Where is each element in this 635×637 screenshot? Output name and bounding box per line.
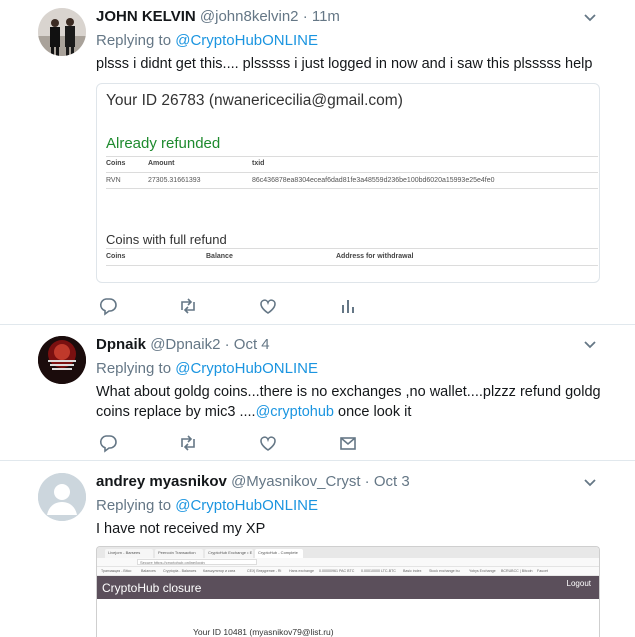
- attached-screenshot-card[interactable]: Livejorn - Barsees Peercoin Transaction …: [96, 546, 600, 637]
- cell-amount: 27305.31661393: [148, 177, 201, 184]
- tweet-text: plsss i didnt get this.... plsssss i jus…: [96, 56, 593, 72]
- tweet-header: JOHN KELVIN @john8kelvin2 · 11m: [96, 8, 340, 25]
- user-id-line: Your ID 26783 (nwanericecilia@gmail.com): [106, 92, 403, 109]
- mention-link[interactable]: @cryptohub: [256, 404, 334, 420]
- bookmark: CEX| Внедрение - Ri: [247, 569, 282, 573]
- message-icon[interactable]: [338, 433, 358, 453]
- bookmark: Balances: [141, 569, 156, 573]
- retweet-icon[interactable]: [178, 296, 198, 316]
- address-bar-row: Secure https://cryptohub.online/login: [97, 558, 599, 567]
- user-id-line: Your ID 10481 (myasnikov79@list.ru): [193, 627, 334, 637]
- divider: [106, 188, 598, 189]
- bookmark: 0.00000961 PAC BTC: [319, 569, 355, 573]
- browser-tab: Livejorn - Barsees: [105, 549, 153, 558]
- chevron-down-icon[interactable]: [582, 10, 598, 26]
- like-icon[interactable]: [258, 296, 278, 316]
- retweet-icon[interactable]: [178, 433, 198, 453]
- col-coins: Coins: [106, 253, 126, 260]
- replying-prefix: Replying to: [96, 32, 176, 49]
- browser-tab: CryptoHub Exchange • E: [205, 549, 253, 558]
- handle-and-time[interactable]: @Myasnikov_Cryst · Oct 3: [231, 473, 410, 490]
- col-amount: Amount: [148, 160, 175, 167]
- bookmark: Basic index: [403, 569, 422, 573]
- replying-to-link[interactable]: @CryptoHubONLINE: [175, 497, 318, 514]
- tweet-header: andrey myasnikov @Myasnikov_Cryst · Oct …: [96, 473, 410, 490]
- divider: [106, 248, 598, 249]
- tweet-header: Dpnaik @Dpnaik2 · Oct 4: [96, 336, 270, 353]
- col-txid: txid: [252, 160, 265, 167]
- like-icon[interactable]: [258, 433, 278, 453]
- text-part: coins replace by mic3 ....: [96, 404, 256, 420]
- site-header: CryptoHub closure Logout: [97, 576, 599, 599]
- reply-icon[interactable]: [98, 296, 118, 316]
- bookmark: 0.00010000 LTC-BTC: [361, 569, 396, 573]
- divider: [106, 156, 598, 157]
- chevron-down-icon[interactable]: [582, 475, 598, 491]
- avatar[interactable]: [38, 336, 86, 384]
- browser-tabs: Livejorn - Barsees Peercoin Transaction …: [97, 547, 599, 558]
- avatar-photo: [38, 8, 86, 56]
- handle-and-time[interactable]: @john8kelvin2 · 11m: [200, 8, 340, 25]
- replying-prefix: Replying to: [96, 360, 176, 377]
- divider: [106, 172, 598, 173]
- col-address: Address for withdrawal: [336, 253, 414, 260]
- browser-tab: CryptoHub - Complete: [255, 549, 303, 558]
- bookmark: Yobys Exchange: [469, 569, 496, 573]
- replying-to-link[interactable]: @CryptoHubONLINE: [175, 360, 318, 377]
- col-balance: Balance: [206, 253, 233, 260]
- reply-icon[interactable]: [98, 433, 118, 453]
- bookmark: Калькулятор и ката: [203, 569, 236, 573]
- tweet-actions: [98, 296, 368, 316]
- avatar[interactable]: [38, 8, 86, 56]
- avatar-photo: [38, 336, 86, 384]
- default-avatar-icon: [38, 473, 86, 521]
- cell-txid: 86c436878ea8304eceaf6dad81fe3a48559d236b…: [252, 177, 495, 184]
- chevron-down-icon[interactable]: [582, 337, 598, 353]
- display-name[interactable]: JOHN KELVIN: [96, 8, 196, 25]
- browser-tab: Peercoin Transaction: [155, 549, 203, 558]
- tweet-text-line: What about goldg coins...there is no exc…: [96, 384, 601, 400]
- bookmark: Cryptopia - Balances: [163, 569, 197, 573]
- address-bar: Secure https://cryptohub.online/login: [137, 559, 257, 565]
- tweet-text: What about goldg coins...there is no exc…: [96, 382, 616, 422]
- bookmark: Hans exchange: [289, 569, 314, 573]
- handle-and-time[interactable]: @Dpnaik2 · Oct 4: [150, 336, 269, 353]
- tweet-actions: [98, 433, 368, 453]
- replying-to: Replying to @CryptoHubONLINE: [96, 360, 318, 377]
- refund-status: Already refunded: [106, 135, 221, 152]
- replying-prefix: Replying to: [96, 497, 176, 514]
- bookmark: Транзакция - Bitco: [101, 569, 132, 573]
- cell-coin: RVN: [106, 177, 121, 184]
- bookmark: BCRUBCC | Bitcoin: [501, 569, 533, 573]
- bookmark: Stock exchange bu: [429, 569, 460, 573]
- analytics-icon[interactable]: [338, 296, 358, 316]
- text-part: once look it: [333, 404, 412, 420]
- site-title: CryptoHub closure: [102, 581, 202, 595]
- bookmarks-bar: Транзакция - Bitco Balances Cryptopia - …: [97, 567, 599, 576]
- tweet-text-line: coins replace by mic3 ....@cryptohub onc…: [96, 402, 616, 422]
- divider: [106, 265, 598, 266]
- tweet-john-kelvin: JOHN KELVIN @john8kelvin2 · 11m Replying…: [0, 0, 635, 325]
- attached-image-card[interactable]: Your ID 26783 (nwanericecilia@gmail.com)…: [96, 83, 600, 283]
- tweet-text: I have not received my XP: [96, 521, 266, 537]
- display-name[interactable]: andrey myasnikov: [96, 473, 227, 490]
- full-refund-title: Coins with full refund: [106, 232, 227, 247]
- avatar[interactable]: [38, 473, 86, 521]
- bookmark: Faucet: [537, 569, 548, 573]
- tweet-dpnaik: Dpnaik @Dpnaik2 · Oct 4 Replying to @Cry…: [0, 325, 635, 461]
- replying-to-link[interactable]: @CryptoHubONLINE: [175, 32, 318, 49]
- display-name[interactable]: Dpnaik: [96, 336, 146, 353]
- logout-link: Logout: [566, 579, 591, 588]
- replying-to: Replying to @CryptoHubONLINE: [96, 32, 318, 49]
- replying-to: Replying to @CryptoHubONLINE: [96, 497, 318, 514]
- col-coins: Coins: [106, 160, 126, 167]
